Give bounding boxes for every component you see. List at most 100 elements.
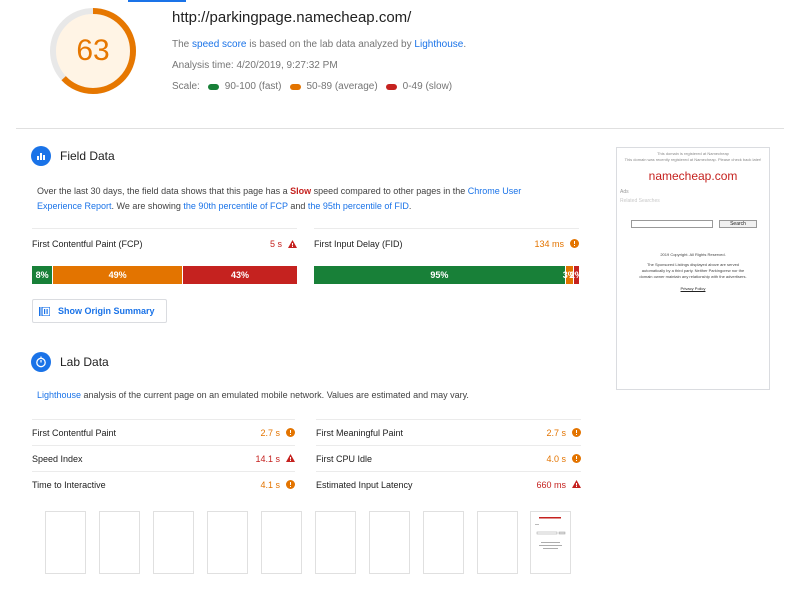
lab-metric-value-wrap: 660 ms (536, 480, 581, 490)
preview-related: Related Searches (620, 198, 660, 204)
fcp-label: First Contentful Paint (FCP) (32, 238, 143, 249)
scale-label: Scale: (172, 81, 200, 92)
origin-summary-label: Show Origin Summary (58, 306, 155, 316)
info-circle-icon (572, 428, 581, 437)
filmstrip-frame (369, 511, 410, 574)
lighthouse-link[interactable]: Lighthouse (414, 39, 463, 50)
filmstrip-frame (261, 511, 302, 574)
lab-metric-value: 4.1 s (260, 479, 280, 490)
info-circle-icon (572, 454, 581, 463)
lab-metric-value-wrap: 4.0 s (546, 454, 581, 464)
lab-metric-value: 660 ms (536, 479, 566, 490)
filmstrip-frame (153, 511, 194, 574)
performance-score: 63 (76, 34, 110, 67)
lab-metric-label: Speed Index (32, 453, 83, 464)
preview-search: Search (631, 220, 769, 228)
fcp-value: 5 s (269, 238, 282, 249)
warning-triangle-icon (288, 239, 297, 248)
filmstrip-frame (423, 511, 464, 574)
lab-metric-label: Estimated Input Latency (316, 479, 413, 490)
preview-search-button: Search (719, 220, 757, 228)
average-pill-icon (289, 84, 301, 90)
fcp-percentile-link[interactable]: the 90th percentile of FCP (183, 201, 287, 211)
lab-metric-value: 14.1 s (255, 453, 280, 464)
distribution-segment: 49% (53, 266, 184, 284)
lab-metric-row: First CPU Idle 4.0 s (316, 445, 581, 471)
mini-page-preview-icon (535, 517, 566, 549)
desc-text: is based on the lab data analyzed by (246, 39, 415, 50)
lab-metric-row: First Meaningful Paint 2.7 s (316, 419, 581, 445)
lab-metric-label: First CPU Idle (316, 453, 373, 464)
fid-metric: First Input Delay (FID) 134 ms (314, 228, 579, 258)
preview-disclaimer: The Sponsored Listings displayed above a… (639, 262, 747, 279)
fid-value: 134 ms (534, 238, 564, 249)
preview-privacy-link: Privacy Policy (680, 286, 706, 291)
scale-average: 50-89 (average) (306, 81, 378, 92)
lab-metric-row: Estimated Input Latency 660 ms (316, 471, 581, 497)
fcp-distribution-bar: 8% 49% 43% (32, 266, 297, 284)
desc-text: analysis of the current page on an emula… (81, 390, 469, 400)
speed-score-link[interactable]: speed score (192, 39, 246, 50)
lab-metric-row: First Contentful Paint 2.7 s (32, 419, 295, 445)
fid-percentile-link[interactable]: the 95th percentile of FID (308, 201, 409, 211)
lighthouse-link[interactable]: Lighthouse (37, 390, 81, 400)
desc-text: . (463, 39, 467, 50)
fid-distribution-bar: 95% 3% 2% (314, 266, 583, 284)
final-screenshot-preview: This domain is registered at Namecheap T… (616, 147, 770, 390)
summary-panel: http://parkingpage.namecheap.com/ The sp… (172, 8, 732, 94)
lab-data-description: Lighthouse analysis of the current page … (37, 390, 469, 400)
bar-chart-icon (31, 146, 51, 166)
analysis-time: Analysis time: 4/20/2019, 9:27:32 PM (172, 60, 338, 71)
field-data-description: Over the last 30 days, the field data sh… (37, 184, 567, 214)
lab-metric-row: Speed Index 14.1 s (32, 445, 295, 471)
info-circle-icon (570, 239, 579, 248)
slow-pill-icon (385, 84, 397, 90)
distribution-segment: 43% (183, 266, 297, 284)
scale-slow: 0-49 (slow) (402, 81, 453, 92)
section-divider (16, 128, 784, 129)
desc-text: speed compared to other pages in the (311, 186, 468, 196)
analyzed-url: http://parkingpage.namecheap.com/ (172, 9, 412, 26)
lab-metric-label: First Contentful Paint (32, 427, 117, 438)
distribution-segment: 2% (570, 266, 583, 284)
lab-data-header: Lab Data (31, 352, 109, 372)
info-circle-icon (286, 480, 295, 489)
preview-ads: Ads (620, 189, 629, 195)
distribution-segment: 95% (314, 266, 566, 284)
fid-label: First Input Delay (FID) (314, 238, 403, 249)
warning-triangle-icon (286, 454, 295, 462)
desc-text: Over the last 30 days, the field data sh… (37, 186, 291, 196)
warning-triangle-icon (572, 480, 581, 488)
distribution-segment: 8% (32, 266, 54, 284)
origin-summary-icon (39, 306, 50, 316)
fast-pill-icon (207, 84, 219, 90)
lab-data-title: Lab Data (60, 355, 109, 369)
preview-copyright: 2019 Copyright. All Rights Reserved. (660, 252, 726, 257)
lab-metric-value-wrap: 2.7 s (546, 428, 581, 438)
active-tab-indicator (128, 0, 186, 2)
stopwatch-icon (31, 352, 51, 372)
filmstrip-frame (207, 511, 248, 574)
scale-fast: 90-100 (fast) (224, 81, 282, 92)
lab-metric-label: Time to Interactive (32, 479, 106, 490)
preview-search-input (631, 220, 713, 228)
filmstrip-frame (99, 511, 140, 574)
preview-recent-text: This domain was recently registered at N… (624, 157, 762, 162)
field-data-title: Field Data (60, 149, 115, 163)
lab-metric-value-wrap: 14.1 s (255, 454, 295, 464)
lab-metric-row: Time to Interactive 4.1 s (32, 471, 295, 497)
lab-metric-value: 2.7 s (546, 427, 566, 438)
filmstrip-frame-final (530, 511, 571, 574)
lab-metric-value-wrap: 4.1 s (260, 480, 295, 490)
fcp-metric: First Contentful Paint (FCP) 5 s (32, 228, 297, 258)
preview-brand: namecheap.com (648, 169, 738, 183)
score-scale: Scale: 90-100 (fast) 50-89 (average) 0-4… (172, 80, 732, 94)
filmstrip-frame (477, 511, 518, 574)
filmstrip-frame (315, 511, 356, 574)
field-data-header: Field Data (31, 146, 115, 166)
lab-metric-value: 2.7 s (260, 427, 280, 438)
info-circle-icon (286, 428, 295, 437)
filmstrip-frame (45, 511, 86, 574)
show-origin-summary-button[interactable]: Show Origin Summary (32, 299, 167, 323)
lab-metric-value-wrap: 2.7 s (260, 428, 295, 438)
